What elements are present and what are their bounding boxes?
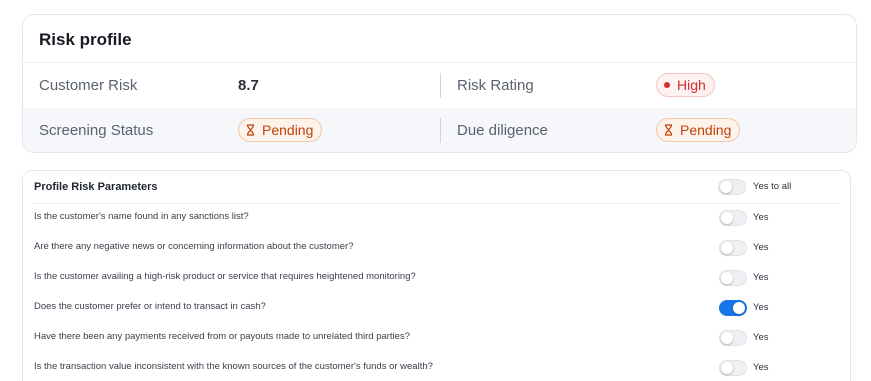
toggle-knob (721, 362, 733, 374)
risk-profile-card: Risk profile Customer Risk 8.7 Risk Rati… (22, 14, 857, 153)
column-divider (440, 118, 441, 143)
question-row: Is the customer's name found in any sanc… (34, 203, 840, 233)
screening-status-value: Pending (262, 122, 314, 138)
question-text: Does the customer prefer or intend to tr… (34, 301, 266, 312)
column-divider (440, 73, 441, 98)
toggle-knob (733, 302, 745, 314)
toggle-knob (721, 272, 733, 284)
yes-to-all-label: Yes to all (753, 181, 792, 192)
question-text: Is the customer's name found in any sanc… (34, 211, 249, 222)
hourglass-icon (246, 124, 255, 136)
question-row: Are there any negative news or concernin… (34, 233, 840, 263)
parameters-header: Profile Risk Parameters Yes to all (34, 171, 840, 204)
customer-risk-label: Customer Risk (39, 77, 138, 94)
toggle-knob (721, 212, 733, 224)
yes-to-all-toggle[interactable] (718, 179, 746, 195)
question-toggle[interactable] (719, 300, 747, 316)
screening-status-label: Screening Status (39, 122, 154, 139)
question-toggle[interactable] (719, 330, 747, 346)
question-text: Is the transaction value inconsistent wi… (34, 361, 433, 372)
question-toggle[interactable] (719, 270, 747, 286)
risk-rating-label: Risk Rating (457, 77, 534, 94)
screening-status-badge: Pending (238, 118, 323, 142)
toggle-knob (721, 332, 733, 344)
due-diligence-badge: Pending (656, 118, 741, 142)
hourglass-icon (664, 124, 673, 136)
yes-label: Yes (753, 212, 769, 223)
yes-label: Yes (753, 362, 769, 373)
due-diligence-value: Pending (680, 122, 732, 138)
question-toggle[interactable] (719, 360, 747, 376)
yes-label: Yes (753, 272, 769, 283)
risk-rating-badge: High (656, 73, 715, 97)
question-row: Have there been any payments received fr… (34, 323, 840, 353)
status-dot-icon (664, 82, 670, 88)
toggle-knob (721, 242, 733, 254)
status-row: Screening Status Pending Due diligence P… (23, 108, 856, 152)
yes-label: Yes (753, 242, 769, 253)
question-toggle[interactable] (719, 210, 747, 226)
question-row: Is the transaction value inconsistent wi… (34, 353, 840, 381)
question-toggle[interactable] (719, 240, 747, 256)
risk-profile-title: Risk profile (23, 15, 856, 63)
risk-rating-value: High (677, 77, 706, 93)
question-text: Have there been any payments received fr… (34, 331, 410, 342)
yes-label: Yes (753, 302, 769, 313)
customer-risk-value: 8.7 (238, 77, 259, 94)
question-text: Is the customer availing a high-risk pro… (34, 271, 416, 282)
question-row: Is the customer availing a high-risk pro… (34, 263, 840, 293)
risk-row: Customer Risk 8.7 Risk Rating High (23, 63, 856, 108)
parameters-title: Profile Risk Parameters (34, 181, 158, 193)
risk-parameters-panel: Profile Risk Parameters Yes to all Is th… (22, 170, 851, 381)
toggle-knob (720, 181, 732, 193)
question-row: Does the customer prefer or intend to tr… (34, 293, 840, 323)
question-text: Are there any negative news or concernin… (34, 241, 354, 252)
yes-label: Yes (753, 332, 769, 343)
due-diligence-label: Due diligence (457, 122, 548, 139)
